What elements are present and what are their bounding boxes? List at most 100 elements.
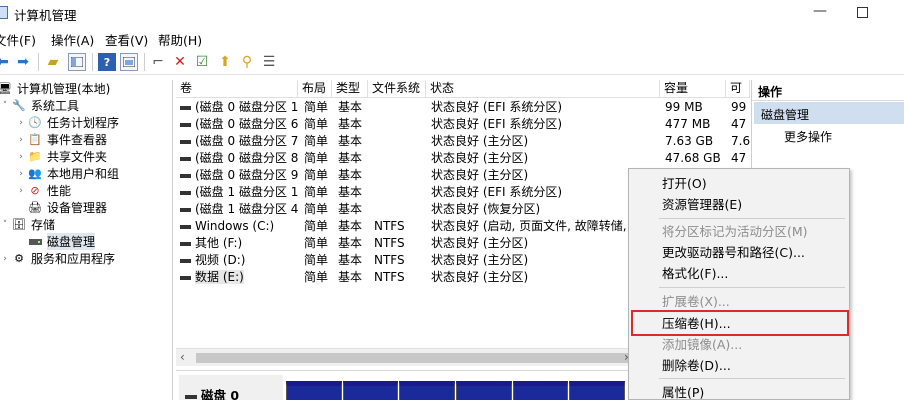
- column-header-status[interactable]: 状态: [426, 80, 660, 98]
- expand-chevron-icon[interactable]: ›: [0, 254, 10, 264]
- clock-icon: 🕓: [28, 116, 42, 129]
- forward-arrow-icon[interactable]: ➡: [14, 53, 32, 71]
- table-row[interactable]: (磁盘 0 磁盘分区 7) 简单 基本 状态良好 (主分区) 7.63 GB 7.6: [176, 133, 750, 150]
- menu-item-open[interactable]: 打开(O): [629, 173, 849, 194]
- expand-chevron-icon[interactable]: ›: [16, 186, 26, 196]
- menu-item-change-drive-letter[interactable]: 更改驱动器号和路径(C)...: [629, 242, 849, 263]
- cell-name: (磁盘 0 磁盘分区 8): [180, 150, 298, 167]
- menu-item-format[interactable]: 格式化(F)...: [629, 263, 849, 284]
- cell-fs: [374, 116, 424, 133]
- menu-file[interactable]: 文件(F): [0, 30, 36, 49]
- table-row[interactable]: (磁盘 0 磁盘分区 1) 简单 基本 状态良好 (EFI 系统分区) 99 MB 99: [176, 99, 750, 116]
- column-header-free[interactable]: 可: [726, 80, 750, 98]
- actions-section-disk-management[interactable]: 磁盘管理: [754, 102, 904, 124]
- scroll-thumb[interactable]: [196, 353, 636, 363]
- tree-system-tools[interactable]: ˅ 🔧 系统工具: [0, 97, 79, 114]
- cell-layout: 简单: [304, 168, 329, 182]
- tree-root[interactable]: 🖥 计算机管理(本地): [0, 80, 110, 97]
- console-tree-icon[interactable]: [68, 53, 86, 71]
- partition-block[interactable]: [399, 381, 456, 400]
- back-arrow-icon[interactable]: ⬅: [0, 53, 12, 71]
- disk-icon: [185, 394, 197, 399]
- cell-capacity: 99 MB: [665, 100, 703, 114]
- scroll-left-icon[interactable]: ‹: [180, 350, 185, 364]
- partition-block[interactable]: [456, 381, 512, 400]
- tree-device-manager[interactable]: 🖨 设备管理器: [16, 199, 107, 216]
- menu-action[interactable]: 操作(A): [51, 30, 94, 49]
- menu-separator: [659, 218, 845, 219]
- cell-name: 数据 (E:): [180, 269, 298, 286]
- cell-name: 其他 (F:): [180, 235, 298, 252]
- cell-name: (磁盘 1 磁盘分区 4): [180, 201, 298, 218]
- search-folder-icon[interactable]: ⚲: [238, 53, 256, 71]
- cell-name: (磁盘 1 磁盘分区 1): [180, 184, 298, 201]
- cell-capacity: 7.63 GB: [665, 134, 714, 148]
- collapse-chevron-icon[interactable]: ˅: [0, 220, 10, 230]
- column-header-type[interactable]: 类型: [332, 80, 368, 98]
- menu-item-properties[interactable]: 属性(P): [629, 382, 849, 400]
- menu-item-delete-volume[interactable]: 删除卷(D)...: [629, 355, 849, 376]
- volume-icon: [180, 173, 191, 178]
- tree-storage[interactable]: ˅ 🗄 存储: [0, 216, 55, 233]
- table-row[interactable]: (磁盘 0 磁盘分区 8) 简单 基本 状态良好 (主分区) 47.68 GB 47: [176, 150, 750, 167]
- partition-block[interactable]: [512, 381, 569, 400]
- menu-separator: [659, 287, 845, 288]
- menu-item-explorer[interactable]: 资源管理器(E): [629, 194, 849, 215]
- cell-name: (磁盘 0 磁盘分区 9): [180, 167, 298, 184]
- disk-0-label[interactable]: 磁盘 0: [179, 375, 283, 400]
- column-header-capacity[interactable]: 容量: [660, 80, 726, 98]
- delete-icon[interactable]: ✕: [171, 53, 189, 71]
- minimize-button[interactable]: —: [810, 3, 830, 21]
- tree-disk-management[interactable]: 磁盘管理: [16, 233, 96, 250]
- disk-management-icon: [28, 235, 42, 248]
- column-header-layout[interactable]: 布局: [298, 80, 332, 98]
- more-actions-link[interactable]: 更多操作: [784, 128, 832, 145]
- storage-icon: 🗄: [12, 218, 26, 231]
- cell-type: 基本: [338, 185, 363, 199]
- up-folder-icon[interactable]: ▰: [44, 53, 62, 71]
- partition-block[interactable]: [342, 381, 399, 400]
- tree-services-apps[interactable]: › ⚙ 服务和应用程序: [0, 250, 115, 267]
- checklist-icon[interactable]: ☑: [193, 53, 211, 71]
- menu-item-mark-active: 将分区标记为活动分区(M): [662, 224, 808, 239]
- cell-fs: [374, 167, 424, 184]
- cell-fs: [374, 201, 424, 218]
- cell-layout: 简单: [304, 202, 329, 216]
- cell-free: 7.6: [731, 134, 750, 148]
- tree-shared-folders[interactable]: › 📁 共享文件夹: [16, 148, 107, 165]
- help-icon[interactable]: ?: [98, 53, 116, 71]
- cell-type: 基本: [338, 117, 363, 131]
- volume-icon: [180, 139, 191, 144]
- maximize-button[interactable]: [857, 7, 868, 18]
- tree-local-users[interactable]: › 👥 本地用户和组: [16, 165, 119, 182]
- cell-layout: 简单: [304, 236, 329, 250]
- tree-task-scheduler[interactable]: › 🕓 任务计划程序: [16, 114, 119, 131]
- cell-capacity: 47.68 GB: [665, 151, 721, 165]
- volume-icon: [180, 105, 191, 110]
- tree-performance[interactable]: › ⊘ 性能: [16, 182, 71, 199]
- cell-status: 状态良好 (主分区): [431, 270, 529, 284]
- console-tree: 🖥 计算机管理(本地) ˅ 🔧 系统工具 › 🕓 任务计划程序 › 📋 事件查看…: [0, 80, 173, 400]
- collapse-chevron-icon[interactable]: ˅: [0, 101, 10, 111]
- properties-list-icon[interactable]: ☰: [260, 53, 278, 71]
- services-icon: ⚙: [14, 252, 24, 265]
- menu-help[interactable]: 帮助(H): [158, 30, 202, 49]
- partition-block[interactable]: [286, 381, 342, 400]
- connect-icon[interactable]: ⌐: [149, 53, 167, 71]
- column-header-filesystem[interactable]: 文件系统: [368, 80, 426, 98]
- expand-chevron-icon[interactable]: ›: [16, 169, 26, 179]
- table-row[interactable]: (磁盘 0 磁盘分区 6) 简单 基本 状态良好 (EFI 系统分区) 477 MB 47: [176, 116, 750, 133]
- cell-type: 基本: [338, 236, 363, 250]
- view-icon[interactable]: [120, 53, 138, 71]
- performance-icon: ⊘: [30, 184, 40, 197]
- expand-chevron-icon[interactable]: ›: [16, 152, 26, 162]
- partition-block[interactable]: [569, 381, 626, 400]
- expand-chevron-icon[interactable]: ›: [16, 118, 26, 128]
- tree-event-viewer[interactable]: › 📋 事件查看器: [16, 131, 107, 148]
- actions-title: 操作: [752, 80, 904, 101]
- menu-view[interactable]: 查看(V): [105, 30, 148, 49]
- column-header-volume[interactable]: 卷: [176, 80, 298, 98]
- expand-chevron-icon[interactable]: ›: [16, 135, 26, 145]
- disk-0-partitions: [286, 381, 626, 400]
- upload-folder-icon[interactable]: ⬆: [216, 53, 234, 71]
